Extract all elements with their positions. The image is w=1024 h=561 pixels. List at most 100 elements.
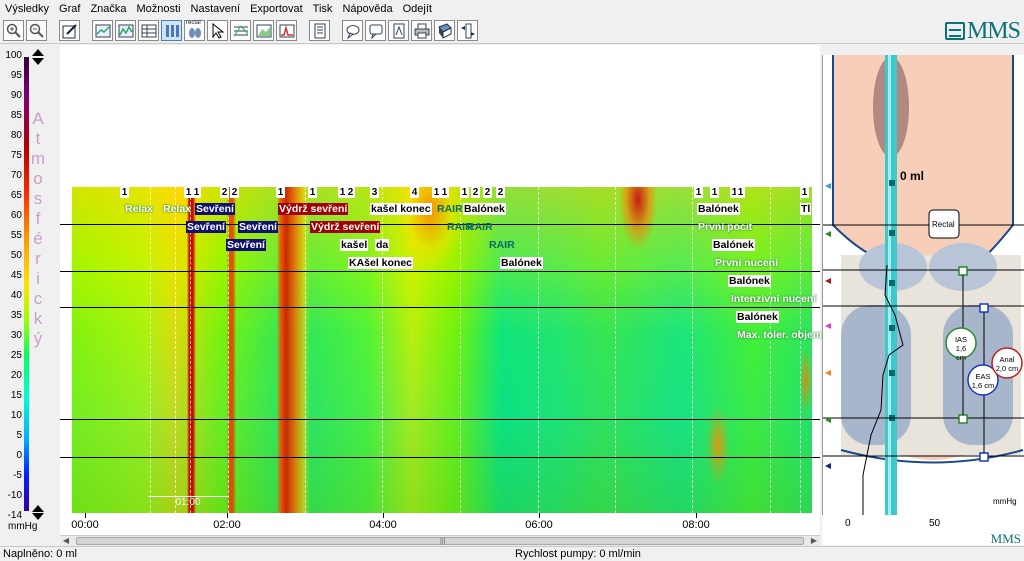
event-marker-number[interactable]: 1 <box>736 187 745 198</box>
event-marker-number[interactable]: 2 <box>496 187 505 198</box>
event-marker-number[interactable]: 2 <box>220 187 229 198</box>
event-label[interactable]: Sevření <box>226 239 266 251</box>
signal-chart-icon[interactable] <box>276 20 297 41</box>
event-label[interactable]: RAIR <box>436 203 464 215</box>
event-marker-number[interactable]: 2 <box>230 187 239 198</box>
event-label[interactable]: Tl <box>800 203 812 215</box>
event-marker-number[interactable]: 1 <box>800 187 809 198</box>
menu-odejit[interactable]: Odejít <box>398 0 437 18</box>
event-label[interactable]: První pocit <box>697 221 753 233</box>
scale-tick-label: -5 <box>13 470 22 481</box>
event-label[interactable]: RAIR <box>466 221 494 233</box>
event-label[interactable]: da <box>375 239 390 251</box>
event-marker-number[interactable]: 1 <box>308 187 317 198</box>
menu-vysledky[interactable]: Výsledky <box>0 0 54 18</box>
horizontal-scrollbar[interactable]: ◀ ||| ▶ <box>60 535 820 546</box>
line-chart-icon[interactable] <box>92 20 113 41</box>
event-label[interactable]: Balónek <box>712 239 755 251</box>
menu-napoveda[interactable]: Nápověda <box>337 0 397 18</box>
scale-title-letter: c <box>33 289 43 308</box>
table-icon[interactable] <box>138 20 159 41</box>
heatmap-plot[interactable]: 1112211123411122211111 Relax Relax Sevření… <box>60 45 823 535</box>
event-label[interactable]: Balónek <box>697 203 740 215</box>
side-x-tick: 0 <box>845 518 851 529</box>
event-label[interactable]: Sevření <box>195 203 235 215</box>
export-pdf-icon[interactable] <box>388 20 409 41</box>
pump-speed-status: Rychlost pumpy: 0 ml/min <box>515 548 641 560</box>
x-axis-tick <box>227 513 228 518</box>
scale-tick-label: 55 <box>10 230 22 241</box>
event-marker-number[interactable]: 1 <box>440 187 449 198</box>
event-label[interactable]: kašel konec <box>370 203 432 215</box>
event-label[interactable]: Výdrž sevření <box>278 203 349 215</box>
event-marker-number[interactable]: 1 <box>192 187 201 198</box>
menu-moznosti[interactable]: Možnosti <box>132 0 186 18</box>
event-marker-number[interactable]: 2 <box>471 187 480 198</box>
event-label[interactable]: Relax <box>124 203 154 215</box>
side-axis: 0 50 MMS <box>822 515 1024 546</box>
event-label[interactable]: Sevření <box>238 221 278 233</box>
scale-title-letter: é <box>33 229 43 248</box>
curve-chart-icon[interactable] <box>115 20 136 41</box>
scale-tick-label: 85 <box>10 110 22 121</box>
event-label[interactable]: Sevření <box>186 221 226 233</box>
scale-tick-label: -10 <box>7 490 22 501</box>
edit-icon[interactable] <box>59 20 80 41</box>
grid-line <box>538 187 539 513</box>
scale-tick-label: 5 <box>16 430 22 441</box>
scale-up-arrow-bottom-icon[interactable] <box>32 505 44 513</box>
event-marker-number[interactable]: 1 <box>276 187 285 198</box>
event-label[interactable]: První nucení <box>714 257 779 269</box>
area-chart-icon[interactable] <box>253 20 274 41</box>
zoom-out-icon[interactable] <box>26 20 47 41</box>
event-label[interactable]: Balónek <box>728 275 771 287</box>
menu-znacka[interactable]: Značka <box>85 0 131 18</box>
filled-volume-status: Naplněno: 0 ml <box>3 548 77 560</box>
scale-down-arrow-bottom-icon[interactable] <box>32 513 44 521</box>
event-label[interactable]: Balónek <box>463 203 506 215</box>
cursor-icon[interactable] <box>207 20 228 41</box>
scroll-thumb[interactable]: ||| <box>76 537 804 545</box>
scale-title-letter: i <box>36 269 40 288</box>
scale-tick-label: 100 <box>5 50 22 61</box>
event-label[interactable]: Výdrž sevření <box>310 221 381 233</box>
menu-nastaveni[interactable]: Nastavení <box>186 0 246 18</box>
scroll-left-icon[interactable]: ◀ <box>60 536 72 546</box>
notes-icon[interactable] <box>309 20 330 41</box>
event-label[interactable]: Intenzivní nucení <box>730 293 817 305</box>
event-label[interactable]: Balónek <box>736 311 779 323</box>
menu-graf[interactable]: Graf <box>54 0 85 18</box>
zoom-in-icon[interactable] <box>3 20 24 41</box>
grid-line <box>228 187 229 513</box>
event-marker-number[interactable]: 3 <box>370 187 379 198</box>
grid-line <box>382 187 383 513</box>
comment-icon[interactable] <box>365 20 386 41</box>
event-marker-number[interactable]: 1 <box>710 187 719 198</box>
scroll-right-icon[interactable]: ▶ <box>808 536 820 546</box>
scale-up-arrow-icon[interactable] <box>32 49 44 57</box>
event-marker-number[interactable]: 1 <box>460 187 469 198</box>
event-label[interactable]: Relax <box>162 203 192 215</box>
rectal-icon[interactable]: rectal <box>184 20 205 41</box>
columns-icon[interactable] <box>161 20 182 41</box>
book-icon[interactable] <box>434 20 455 41</box>
menu-tisk[interactable]: Tisk <box>308 0 338 18</box>
event-marker-number[interactable]: 2 <box>483 187 492 198</box>
scale-down-arrow-icon[interactable] <box>32 58 44 66</box>
menu-exportovat[interactable]: Exportovat <box>245 0 308 18</box>
event-label[interactable]: KAšel konec <box>348 257 414 269</box>
lines-icon[interactable] <box>230 20 251 41</box>
speech-bubble-icon[interactable] <box>342 20 363 41</box>
arrows-icon[interactable] <box>457 20 478 41</box>
event-marker-number[interactable]: 1 <box>120 187 129 198</box>
event-label[interactable]: Max. toler. objem <box>736 329 823 341</box>
scale-tick-label: 35 <box>10 310 22 321</box>
event-label[interactable]: kašel <box>340 239 369 251</box>
event-marker-number[interactable]: 1 <box>694 187 703 198</box>
event-marker-number[interactable]: 2 <box>346 187 355 198</box>
event-label[interactable]: RAIR <box>488 239 516 251</box>
print-icon[interactable] <box>411 20 432 41</box>
event-marker-number[interactable]: 4 <box>410 187 419 198</box>
x-axis-tick <box>383 513 384 518</box>
event-label[interactable]: Balónek <box>500 257 543 269</box>
